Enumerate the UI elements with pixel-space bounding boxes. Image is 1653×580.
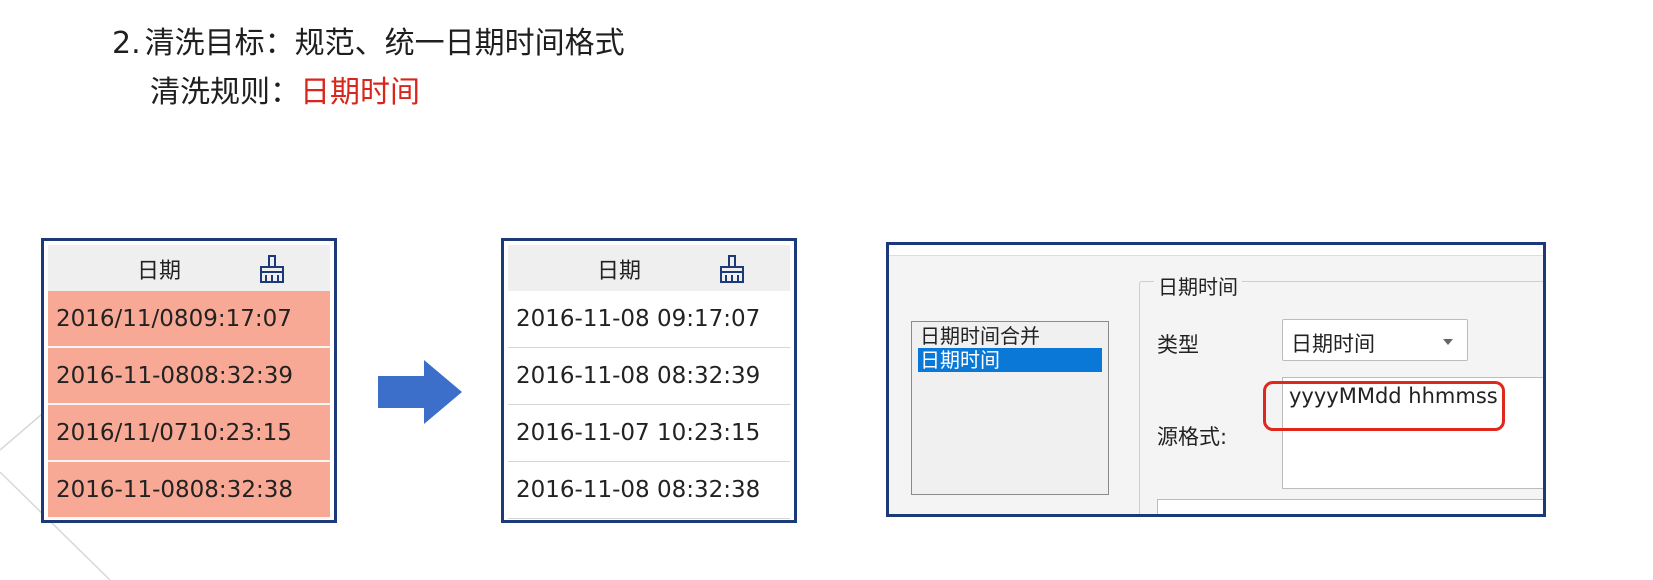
rule-value: 日期时间 — [300, 75, 420, 110]
type-select[interactable]: 日期时间 — [1282, 319, 1468, 361]
slide-heading: 2. 清洗目标：规范、统一日期时间格式 — [112, 24, 625, 64]
table-row[interactable]: 2016/11/0710:23:15 — [48, 405, 330, 462]
before-table-header: 日期 — [48, 245, 330, 291]
table-row[interactable]: 2016-11-0808:32:39 — [48, 348, 330, 405]
right-arrow-icon — [378, 360, 462, 424]
rule-type-list[interactable]: 日期时间合并 日期时间 — [911, 321, 1109, 495]
before-table-rows: 2016/11/0809:17:07 2016-11-0808:32:39 20… — [48, 291, 330, 519]
table-row[interactable]: 2016-11-08 08:32:39 — [508, 348, 790, 405]
rule-label: 清洗规则： — [150, 75, 300, 110]
lower-field[interactable] — [1157, 499, 1543, 514]
type-label: 类型 — [1157, 333, 1199, 357]
after-table-header: 日期 — [508, 245, 790, 291]
datetime-rule-config-panel: 日期时间合并 日期时间 日期时间 类型 日期时间 源格式: yyyyMMdd h… — [886, 242, 1546, 517]
type-select-value: 日期时间 — [1291, 332, 1375, 356]
heading-text: 清洗目标：规范、统一日期时间格式 — [144, 26, 625, 61]
table-row[interactable]: 2016-11-08 08:32:38 — [508, 462, 790, 519]
list-item-datetime-merge[interactable]: 日期时间合并 — [912, 324, 1108, 348]
after-table-rows: 2016-11-08 09:17:07 2016-11-08 08:32:39 … — [508, 291, 790, 519]
groupbox-title: 日期时间 — [1154, 271, 1242, 300]
source-format-label: 源格式: — [1157, 425, 1228, 449]
after-date-table: 日期 2016-11-08 09:17:07 2016-11-08 08:32:… — [501, 238, 797, 523]
after-column-header: 日期 — [596, 259, 641, 284]
chevron-down-icon[interactable] — [1443, 339, 1453, 345]
panel-top-strip — [889, 245, 1543, 256]
broom-icon[interactable] — [716, 253, 748, 285]
cleaning-rule-line: 清洗规则：日期时间 — [150, 73, 420, 113]
table-row[interactable]: 2016-11-0808:32:38 — [48, 462, 330, 519]
table-row[interactable]: 2016/11/0809:17:07 — [48, 291, 330, 348]
table-row[interactable]: 2016-11-08 09:17:07 — [508, 291, 790, 348]
broom-icon[interactable] — [256, 253, 288, 285]
before-column-header: 日期 — [136, 259, 181, 284]
heading-number: 2. — [112, 26, 141, 61]
highlight-box — [1263, 381, 1505, 431]
list-item-datetime[interactable]: 日期时间 — [918, 348, 1102, 372]
table-row[interactable]: 2016-11-07 10:23:15 — [508, 405, 790, 462]
before-date-table: 日期 2016/11/0809:17:07 2016-11-0808:32:39… — [41, 238, 337, 523]
